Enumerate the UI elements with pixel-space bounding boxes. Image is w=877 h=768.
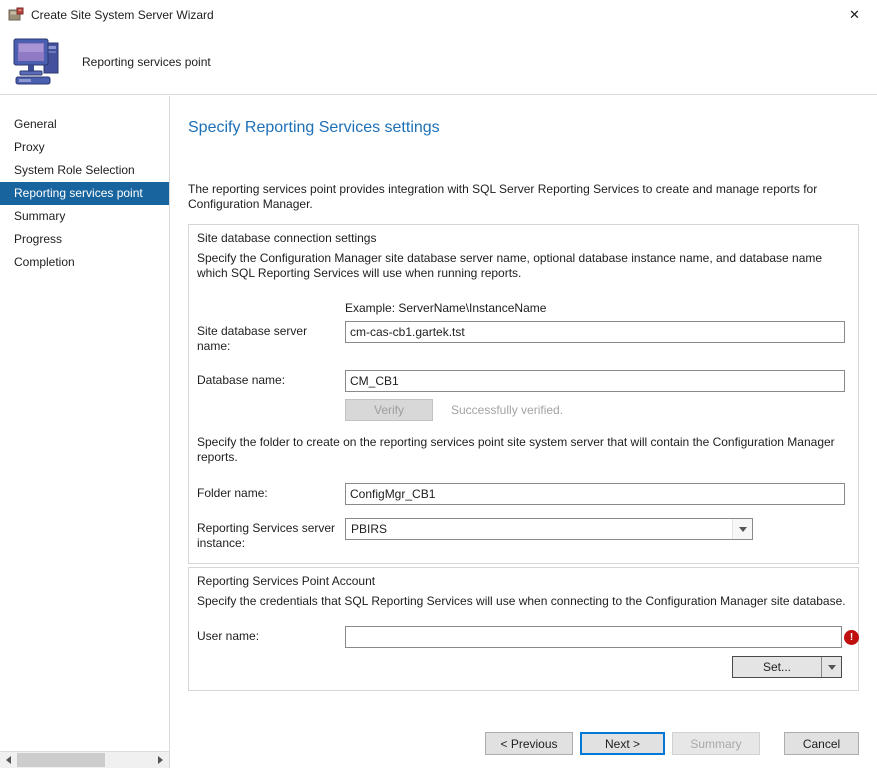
next-button[interactable]: Next > (580, 732, 665, 755)
wizard-content: Specify Reporting Services settings The … (171, 96, 877, 768)
database-name-label: Database name: (197, 370, 345, 388)
error-icon: ! (844, 630, 859, 645)
wizard-page-name: Reporting services point (82, 55, 211, 69)
database-name-input[interactable] (345, 370, 845, 392)
app-icon (8, 7, 24, 23)
cancel-button[interactable]: Cancel (784, 732, 859, 755)
verify-status-text: Successfully verified. (451, 399, 563, 417)
spacer-label (197, 299, 345, 302)
wizard-body: General Proxy System Role Selection Repo… (0, 96, 877, 768)
window-title: Create Site System Server Wizard (31, 8, 214, 22)
chevron-down-icon[interactable] (732, 519, 752, 539)
sidebar-item-system-role-selection[interactable]: System Role Selection (0, 159, 169, 182)
reporting-services-point-icon (10, 37, 66, 87)
group-title-db: Site database connection settings (197, 231, 846, 245)
close-button[interactable]: ✕ (832, 0, 877, 30)
wizard-header: Reporting services point (0, 30, 877, 95)
sidebar-item-general[interactable]: General (0, 113, 169, 136)
chevron-down-icon[interactable] (821, 657, 841, 677)
dropdown-selected-value: PBIRS (351, 522, 387, 536)
folder-description: Specify the folder to create on the repo… (197, 435, 846, 465)
reporting-services-account-group: Reporting Services Point Account Specify… (188, 567, 859, 691)
reporting-services-instance-dropdown[interactable]: PBIRS (345, 518, 753, 540)
account-group-description: Specify the credentials that SQL Reporti… (197, 594, 846, 609)
sidebar-item-reporting-services-point[interactable]: Reporting services point (0, 182, 169, 205)
sidebar-item-completion[interactable]: Completion (0, 251, 169, 274)
sidebar-item-proxy[interactable]: Proxy (0, 136, 169, 159)
wizard-window: Create Site System Server Wizard ✕ Repor… (0, 0, 877, 768)
site-database-server-input[interactable] (345, 321, 845, 343)
folder-name-input[interactable] (345, 483, 845, 505)
server-name-label: Site database server name: (197, 321, 345, 354)
folder-name-label: Folder name: (197, 483, 345, 501)
scroll-left-arrow-icon[interactable] (0, 752, 17, 768)
spacer-label (197, 399, 345, 402)
scrollbar-thumb[interactable] (17, 753, 105, 767)
intro-text: The reporting services point provides in… (188, 182, 848, 212)
sidebar-item-summary[interactable]: Summary (0, 205, 169, 228)
sidebar-horizontal-scrollbar[interactable] (0, 751, 169, 768)
db-group-description: Specify the Configuration Manager site d… (197, 251, 846, 281)
user-name-input[interactable] (345, 626, 842, 648)
summary-button[interactable]: Summary (672, 732, 760, 755)
group-title-account: Reporting Services Point Account (197, 574, 846, 588)
spacer-label (197, 656, 345, 659)
verify-button[interactable]: Verify (345, 399, 433, 421)
wizard-steps-sidebar: General Proxy System Role Selection Repo… (0, 96, 170, 768)
site-database-connection-group: Site database connection settings Specif… (188, 224, 859, 564)
sidebar-item-progress[interactable]: Progress (0, 228, 169, 251)
page-title: Specify Reporting Services settings (188, 119, 859, 137)
user-name-label: User name: (197, 626, 345, 644)
previous-button[interactable]: < Previous (485, 732, 573, 755)
scrollbar-track[interactable] (105, 752, 152, 768)
reporting-instance-label: Reporting Services server instance: (197, 518, 345, 551)
set-button-label: Set... (733, 657, 821, 677)
titlebar: Create Site System Server Wizard ✕ (0, 0, 877, 30)
scroll-right-arrow-icon[interactable] (152, 752, 169, 768)
wizard-footer: < Previous Next > Summary Cancel (478, 732, 859, 755)
set-account-button[interactable]: Set... (732, 656, 842, 678)
example-text: Example: ServerName\InstanceName (345, 299, 546, 315)
